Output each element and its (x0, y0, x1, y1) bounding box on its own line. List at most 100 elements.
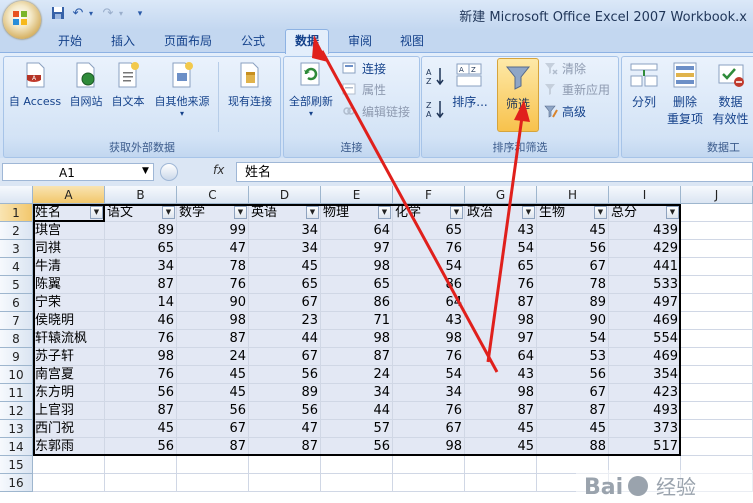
score-cell[interactable]: 65 (321, 276, 393, 294)
score-cell[interactable]: 98 (321, 330, 393, 348)
score-cell[interactable]: 44 (321, 402, 393, 420)
empty-cell[interactable] (105, 474, 177, 492)
header-cell[interactable]: 总分 ▼ (609, 204, 681, 222)
row-header-6[interactable]: 6 (0, 294, 33, 312)
tab-home[interactable]: 开始 (50, 32, 90, 52)
empty-cell[interactable] (33, 474, 105, 492)
empty-cell[interactable] (681, 366, 753, 384)
row-header-9[interactable]: 9 (0, 348, 33, 366)
score-cell[interactable]: 86 (393, 276, 465, 294)
score-cell[interactable]: 493 (609, 402, 681, 420)
score-cell[interactable]: 45 (177, 384, 249, 402)
score-cell[interactable]: 469 (609, 312, 681, 330)
name-cell[interactable]: 牛清 (33, 258, 105, 276)
row-header-10[interactable]: 10 (0, 366, 33, 384)
score-cell[interactable]: 98 (105, 348, 177, 366)
score-cell[interactable]: 45 (105, 420, 177, 438)
remove-duplicates-button[interactable]: 删除 重复项 (664, 60, 706, 130)
score-cell[interactable]: 24 (177, 348, 249, 366)
formula-input[interactable]: 姓名 (236, 162, 753, 182)
score-cell[interactable]: 64 (321, 222, 393, 240)
row-header-2[interactable]: 2 (0, 222, 33, 240)
score-cell[interactable]: 54 (537, 330, 609, 348)
empty-cell[interactable] (681, 276, 753, 294)
filter-dropdown-icon[interactable]: ▼ (162, 206, 175, 219)
empty-cell[interactable] (681, 438, 753, 456)
advanced-filter-button[interactable]: 高级 (544, 103, 614, 119)
empty-cell[interactable] (393, 456, 465, 474)
filter-dropdown-icon[interactable]: ▼ (450, 206, 463, 219)
empty-cell[interactable] (681, 240, 753, 258)
name-cell[interactable]: 西门祝 (33, 420, 105, 438)
score-cell[interactable]: 497 (609, 294, 681, 312)
name-box-dropdown-icon[interactable]: ▼ (142, 166, 149, 176)
filter-dropdown-icon[interactable]: ▼ (522, 206, 535, 219)
tab-page-layout[interactable]: 页面布局 (158, 32, 218, 52)
from-text-button[interactable]: 自文本 (108, 60, 148, 114)
score-cell[interactable]: 517 (609, 438, 681, 456)
row-header-15[interactable]: 15 (0, 456, 33, 474)
properties-button[interactable]: 属性 (342, 81, 416, 97)
tab-view[interactable]: 视图 (392, 32, 432, 52)
redo-dropdown-icon[interactable]: ▾ (116, 6, 126, 22)
score-cell[interactable]: 78 (177, 258, 249, 276)
empty-cell[interactable] (681, 222, 753, 240)
score-cell[interactable]: 56 (249, 402, 321, 420)
score-cell[interactable]: 45 (465, 438, 537, 456)
score-cell[interactable]: 56 (321, 438, 393, 456)
score-cell[interactable]: 54 (465, 240, 537, 258)
score-cell[interactable]: 98 (393, 330, 465, 348)
row-header-3[interactable]: 3 (0, 240, 33, 258)
filter-dropdown-icon[interactable]: ▼ (90, 206, 103, 219)
score-cell[interactable]: 87 (537, 402, 609, 420)
tab-data[interactable]: 数据 (285, 29, 329, 54)
score-cell[interactable]: 43 (465, 366, 537, 384)
score-cell[interactable]: 97 (465, 330, 537, 348)
score-cell[interactable]: 44 (249, 330, 321, 348)
from-web-button[interactable]: 自网站 (66, 60, 106, 114)
empty-cell[interactable] (465, 474, 537, 492)
empty-cell[interactable] (321, 456, 393, 474)
row-header-1[interactable]: 1 (0, 204, 33, 222)
row-header-8[interactable]: 8 (0, 330, 33, 348)
header-cell[interactable]: 生物 ▼ (537, 204, 609, 222)
score-cell[interactable]: 65 (465, 258, 537, 276)
filter-button[interactable]: 筛选 (497, 58, 539, 132)
name-cell[interactable]: 东方明 (33, 384, 105, 402)
name-cell[interactable]: 南宫夏 (33, 366, 105, 384)
name-cell[interactable]: 琪宫 (33, 222, 105, 240)
header-cell[interactable]: 英语 ▼ (249, 204, 321, 222)
sort-button[interactable]: AZ 排序... (450, 60, 490, 114)
score-cell[interactable]: 469 (609, 348, 681, 366)
score-cell[interactable]: 89 (537, 294, 609, 312)
name-cell[interactable]: 司祺 (33, 240, 105, 258)
score-cell[interactable]: 34 (393, 384, 465, 402)
sort-descending-button[interactable]: ZA (425, 99, 447, 119)
name-cell[interactable]: 轩辕流枫 (33, 330, 105, 348)
row-header-14[interactable]: 14 (0, 438, 33, 456)
header-cell[interactable]: 物理 ▼ (321, 204, 393, 222)
score-cell[interactable]: 47 (249, 420, 321, 438)
name-cell[interactable]: 上官羽 (33, 402, 105, 420)
score-cell[interactable]: 34 (249, 240, 321, 258)
from-other-sources-button[interactable]: 自其他来源 ▾ (150, 60, 214, 118)
name-cell[interactable]: 宁荣 (33, 294, 105, 312)
score-cell[interactable]: 67 (249, 294, 321, 312)
score-cell[interactable]: 43 (393, 312, 465, 330)
score-cell[interactable]: 76 (105, 366, 177, 384)
row-header-13[interactable]: 13 (0, 420, 33, 438)
score-cell[interactable]: 65 (249, 276, 321, 294)
score-cell[interactable]: 65 (105, 240, 177, 258)
score-cell[interactable]: 34 (321, 384, 393, 402)
name-cell[interactable]: 陈翼 (33, 276, 105, 294)
column-header-D[interactable]: D (249, 186, 321, 204)
score-cell[interactable]: 98 (177, 312, 249, 330)
score-cell[interactable]: 439 (609, 222, 681, 240)
column-header-G[interactable]: G (465, 186, 537, 204)
tab-insert[interactable]: 插入 (103, 32, 143, 52)
score-cell[interactable]: 98 (321, 258, 393, 276)
column-header-B[interactable]: B (105, 186, 177, 204)
score-cell[interactable]: 373 (609, 420, 681, 438)
score-cell[interactable]: 56 (105, 384, 177, 402)
reapply-button[interactable]: 重新应用 (544, 81, 618, 97)
